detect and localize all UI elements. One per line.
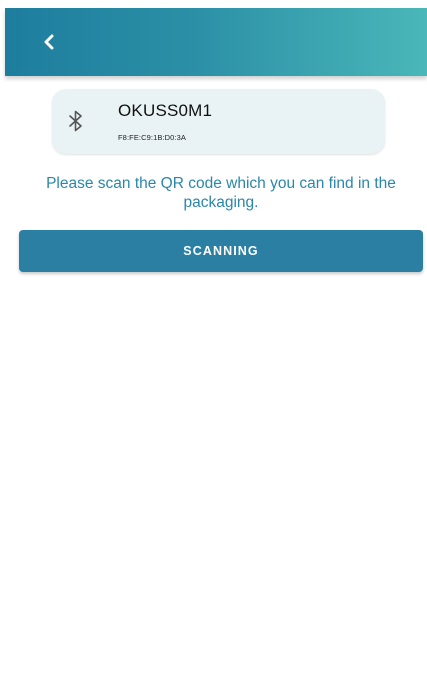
device-name: OKUSS0M1 bbox=[118, 101, 213, 120]
app-bar bbox=[5, 8, 427, 76]
back-button[interactable] bbox=[33, 26, 65, 58]
device-address: F8:FE:C9:1B:D0:3A bbox=[118, 133, 186, 142]
scanning-button[interactable]: SCANNING bbox=[19, 230, 423, 272]
device-card[interactable]: OKUSS0M1 F8:FE:C9:1B:D0:3A bbox=[52, 89, 385, 154]
scan-instruction: Please scan the QR code which you can fi… bbox=[46, 175, 396, 211]
chevron-left-icon bbox=[44, 34, 54, 50]
bluetooth-icon bbox=[69, 110, 82, 132]
